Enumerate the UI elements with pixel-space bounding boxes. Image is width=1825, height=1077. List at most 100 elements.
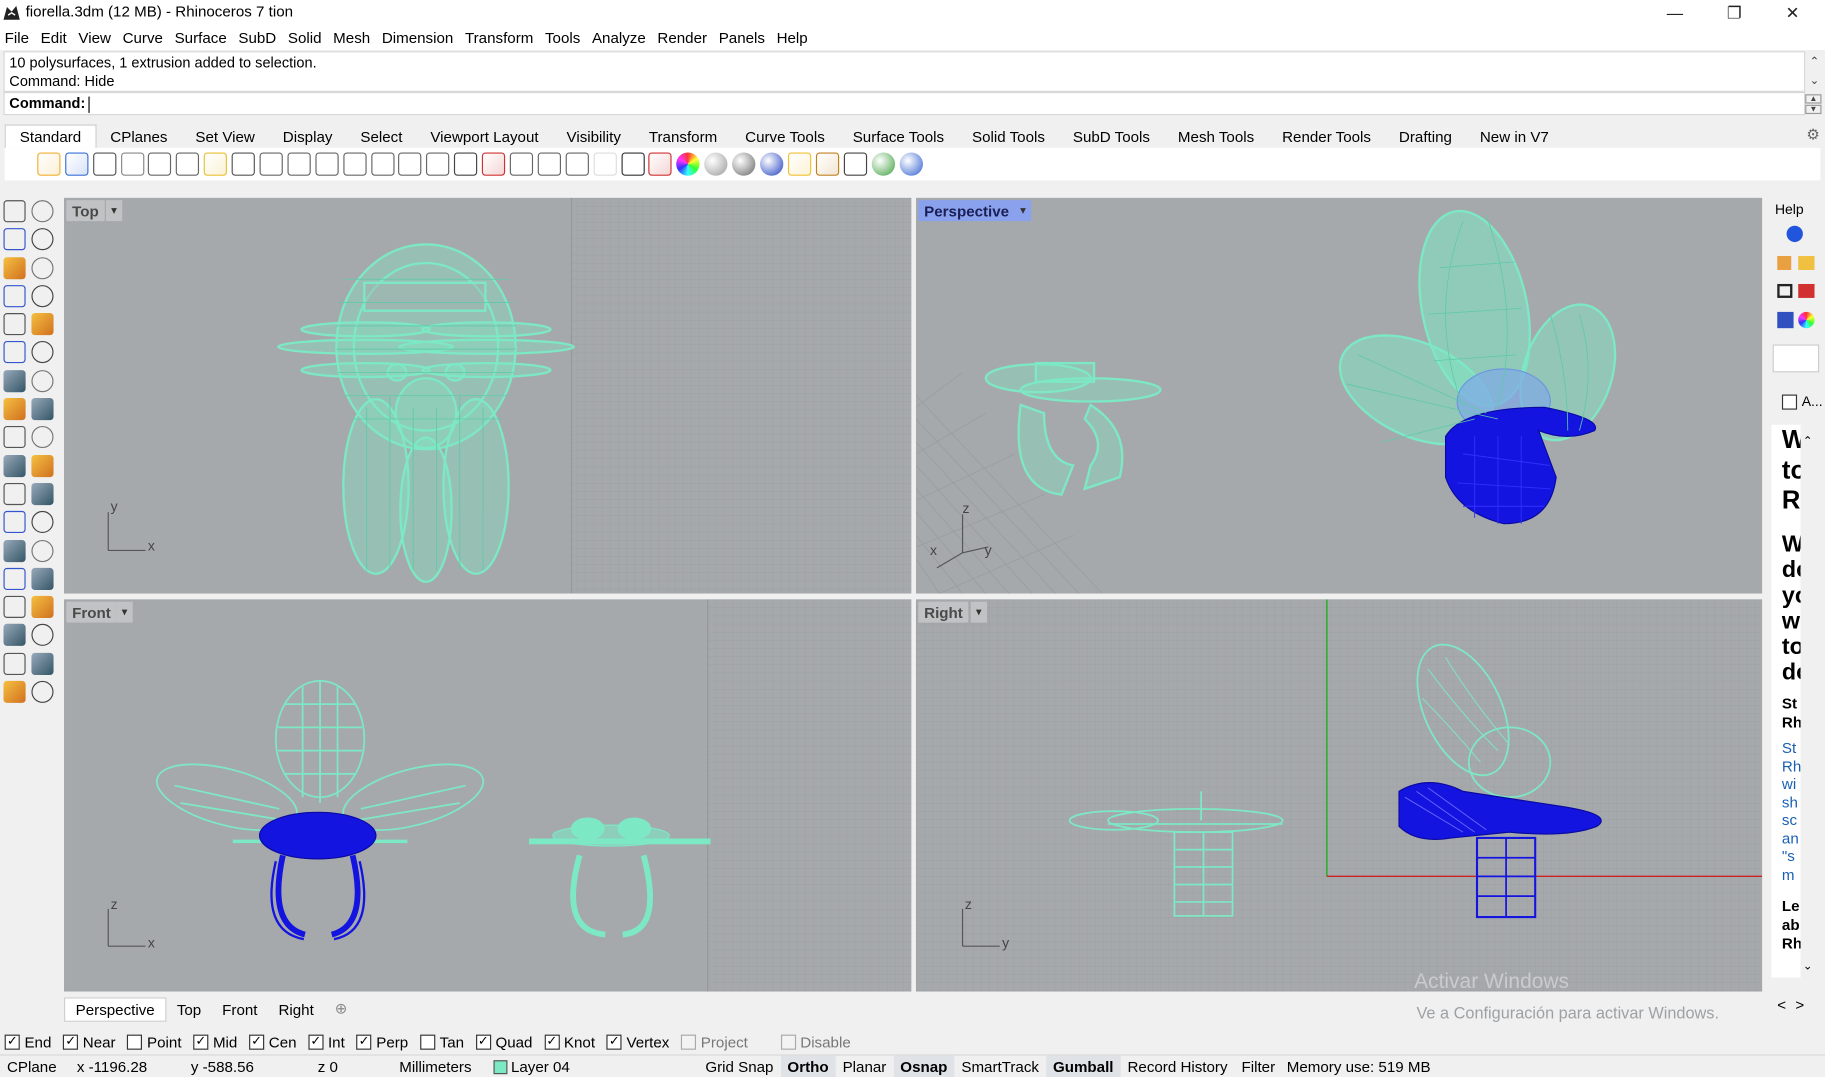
render-icon[interactable] (3, 680, 26, 703)
menu-panels[interactable]: Panels (719, 29, 765, 46)
new-icon[interactable] (9, 152, 33, 176)
status-toggle-filter[interactable]: Filter (1235, 1055, 1283, 1077)
scroll-down-icon[interactable]: ⌄ (1803, 960, 1813, 973)
snap-grid-icon[interactable] (843, 152, 867, 176)
toolbar-tab-standard[interactable]: Standard (4, 124, 97, 148)
units-label[interactable]: Millimeters (399, 1058, 471, 1075)
menu-render[interactable]: Render (657, 29, 707, 46)
menu-view[interactable]: View (78, 29, 111, 46)
osnap-checkbox[interactable]: ✓ (606, 1034, 622, 1050)
osnap-checkbox[interactable]: ✓ (475, 1034, 491, 1050)
extrude-icon[interactable] (3, 398, 26, 421)
select-icon[interactable] (3, 200, 26, 223)
toolbar-tab-set-view[interactable]: Set View (181, 126, 268, 148)
rotate-view-icon[interactable] (426, 152, 450, 176)
viewport-perspective[interactable]: z y x Perspective ▾ (915, 197, 1763, 594)
viewport-tab-top[interactable]: Top (166, 998, 211, 1020)
point-icon[interactable] (31, 200, 54, 223)
text-icon[interactable] (3, 539, 26, 562)
explode-icon[interactable] (3, 426, 26, 449)
osnap-tan[interactable]: Tan (419, 1033, 464, 1050)
help-panel-icon[interactable] (1777, 311, 1794, 329)
viewport-perspective-label[interactable]: Perspective (918, 200, 1015, 222)
filter-icon[interactable] (787, 152, 812, 176)
status-toggle-planar[interactable]: Planar (836, 1055, 894, 1077)
layout-icon[interactable] (31, 596, 54, 619)
osnap-project[interactable]: Project (681, 1033, 748, 1050)
rendered-sphere-icon[interactable] (760, 152, 784, 176)
lock-icon[interactable] (621, 152, 645, 176)
osnap-checkbox[interactable]: ✓ (544, 1034, 560, 1050)
viewport-front[interactable]: z x Front ▾ (64, 599, 912, 992)
arc-icon[interactable] (3, 285, 26, 308)
osnap-cen[interactable]: ✓ Cen (248, 1033, 297, 1050)
car-icon[interactable] (482, 152, 506, 176)
material-icon[interactable] (1798, 283, 1815, 298)
toolbar-tab-subd-tools[interactable]: SubD Tools (1059, 126, 1164, 148)
panel-checkbox[interactable]: A... (1781, 393, 1823, 410)
menu-curve[interactable]: Curve (123, 29, 163, 46)
color-icon[interactable] (1798, 311, 1815, 329)
material-icon[interactable] (31, 680, 54, 703)
materials-icon[interactable] (648, 152, 673, 176)
join-icon[interactable] (31, 482, 54, 506)
viewport-top-menu-icon[interactable]: ▾ (105, 200, 123, 222)
osnap-checkbox[interactable] (780, 1034, 796, 1050)
toolbar-tab-surface-tools[interactable]: Surface Tools (839, 126, 958, 148)
wireframe-sphere-icon[interactable] (704, 152, 728, 176)
sweep-icon[interactable] (3, 482, 26, 506)
rebuild-icon[interactable] (31, 511, 54, 534)
viewport-right[interactable]: z y Right ▾ (915, 599, 1763, 992)
boolean-icon[interactable] (31, 426, 54, 449)
paint-icon[interactable] (1777, 256, 1792, 270)
zoom-icon[interactable] (315, 152, 339, 176)
osnap-int[interactable]: ✓ Int (308, 1033, 345, 1050)
dimension-icon[interactable] (31, 539, 54, 562)
toolbar-tab-visibility[interactable]: Visibility (553, 126, 635, 148)
polygon-icon[interactable] (3, 313, 26, 336)
command-spin-up-icon[interactable]: ▲ (1805, 94, 1822, 104)
solid-union-icon[interactable] (31, 369, 54, 392)
osnap-perp[interactable]: ✓ Perp (356, 1033, 408, 1050)
cplane-icon[interactable] (537, 152, 561, 176)
osnap-checkbox[interactable]: ✓ (4, 1034, 20, 1050)
osnap-checkbox[interactable]: ✓ (308, 1034, 324, 1050)
color-wheel-icon[interactable] (676, 152, 700, 176)
render-globe-icon[interactable] (871, 152, 895, 176)
import-icon[interactable] (120, 152, 144, 176)
menu-help[interactable]: Help (777, 29, 808, 46)
pan-icon[interactable] (259, 152, 283, 176)
add-viewport-tab-icon[interactable]: ⊕ (324, 997, 358, 1020)
array-icon[interactable] (3, 624, 26, 647)
toolbar-tab-transform[interactable]: Transform (635, 126, 731, 148)
rectangle-icon[interactable] (31, 285, 54, 308)
toolbar-settings-gear-icon[interactable]: ⚙ (1806, 126, 1820, 145)
osnap-mid[interactable]: ✓ Mid (193, 1033, 237, 1050)
group-icon[interactable] (31, 567, 54, 590)
status-toggle-gumball[interactable]: Gumball (1045, 1054, 1121, 1077)
analyze-icon[interactable] (3, 596, 26, 619)
command-history[interactable]: 10 polysurfaces, 1 extrusion added to se… (3, 51, 1806, 92)
toolbar-tab-select[interactable]: Select (346, 126, 416, 148)
status-toggle-grid-snap[interactable]: Grid Snap (698, 1055, 780, 1077)
status-toggle-osnap[interactable]: Osnap (893, 1054, 955, 1077)
osnap-end[interactable]: ✓ End (4, 1033, 51, 1050)
paste-icon[interactable] (203, 152, 228, 176)
menu-mesh[interactable]: Mesh (333, 29, 370, 46)
panel-search-field[interactable] (1772, 344, 1820, 373)
help-back-icon[interactable]: < (1777, 996, 1786, 1013)
layer-selector[interactable]: Layer 04 (493, 1058, 570, 1075)
menu-tools[interactable]: Tools (545, 29, 580, 46)
open-icon[interactable] (37, 152, 61, 176)
menu-edit[interactable]: Edit (41, 29, 67, 46)
osnap-checkbox[interactable]: ✓ (356, 1034, 372, 1050)
history-scroll-up-icon[interactable]: ⌃ (1806, 54, 1822, 70)
viewport-perspective-menu-icon[interactable]: ▾ (1014, 200, 1032, 222)
named-views-icon[interactable] (509, 152, 534, 176)
zoom-selected-icon[interactable] (398, 152, 422, 176)
viewport-tab-right[interactable]: Right (268, 998, 324, 1020)
menu-file[interactable]: File (5, 29, 29, 46)
toolbar-tab-solid-tools[interactable]: Solid Tools (958, 126, 1059, 148)
align-icon[interactable] (31, 454, 54, 477)
osnap-quad[interactable]: ✓ Quad (475, 1033, 532, 1050)
